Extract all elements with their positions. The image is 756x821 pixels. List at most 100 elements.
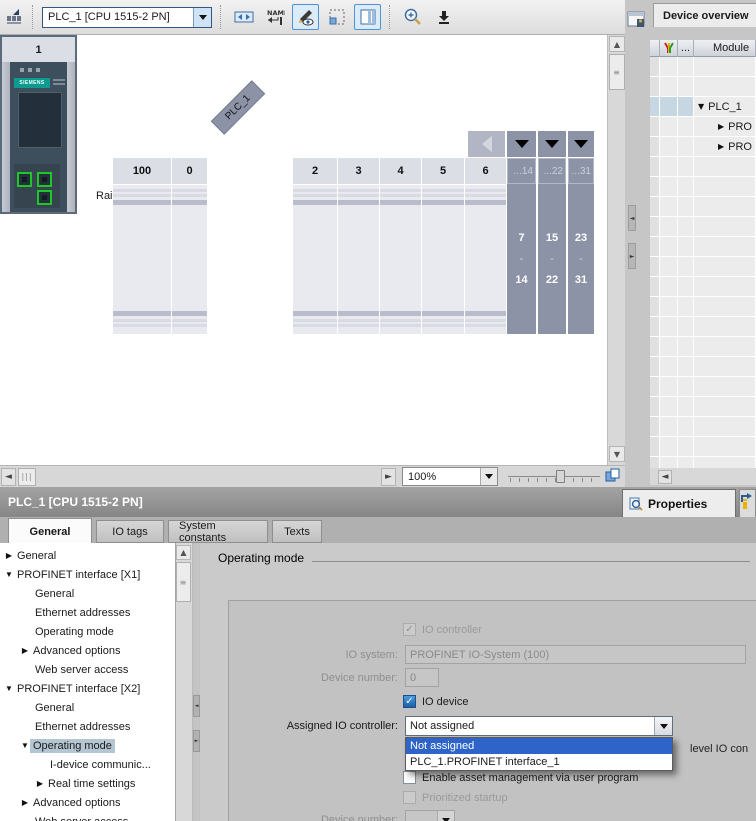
grid-snap-button[interactable] bbox=[323, 4, 350, 30]
dropdown-arrow-icon[interactable] bbox=[654, 717, 672, 735]
table-row-plc[interactable]: ▼ PLC_1 bbox=[650, 97, 756, 117]
tree-item-realtime-settings[interactable]: ▶Real time settings bbox=[0, 774, 176, 793]
prioritized-startup-checkbox[interactable] bbox=[403, 791, 416, 804]
splitter-collapse-left-handle[interactable]: ◄ bbox=[628, 205, 636, 231]
table-row[interactable] bbox=[650, 277, 756, 297]
dropdown-option[interactable]: PLC_1.PROFINET interface_1 bbox=[406, 754, 672, 770]
tree-item-opmode-x2-selected[interactable]: ▼Operating mode bbox=[0, 736, 176, 755]
h-scroll-thumb[interactable]: ||| bbox=[18, 468, 36, 486]
splitter-collapse-right-handle[interactable]: ► bbox=[193, 730, 200, 752]
device-number-field[interactable]: 0 bbox=[405, 668, 439, 687]
scroll-up-button[interactable]: ▲ bbox=[176, 545, 191, 560]
collapsed-slots-range[interactable]: 23-31 bbox=[568, 184, 594, 334]
scroll-right-button[interactable]: ► bbox=[381, 468, 396, 486]
table-row[interactable] bbox=[650, 157, 756, 177]
table-row[interactable] bbox=[650, 377, 756, 397]
dots-column-header[interactable]: ... bbox=[678, 40, 694, 57]
slot-header-selected[interactable]: 1 bbox=[2, 37, 75, 62]
fit-view-button[interactable] bbox=[604, 467, 621, 487]
tree-item-opmode-x1[interactable]: Operating mode bbox=[0, 622, 176, 641]
slot-header[interactable]: 3 bbox=[338, 158, 380, 184]
row-selector-column-header[interactable] bbox=[650, 40, 660, 57]
config-column-header[interactable] bbox=[660, 40, 678, 57]
table-row[interactable] bbox=[650, 417, 756, 437]
cpu-module-slot[interactable]: 1 SIEMENS bbox=[0, 35, 77, 214]
tree-scrollbar[interactable]: ▲ ≡ bbox=[176, 543, 193, 821]
table-row[interactable] bbox=[650, 297, 756, 317]
table-row[interactable] bbox=[650, 337, 756, 357]
zoom-level-dropdown[interactable]: 100% bbox=[402, 467, 498, 486]
io-system-field[interactable]: PROFINET IO-System (100) bbox=[405, 645, 746, 664]
tree-item-advanced-x2[interactable]: ▶Advanced options bbox=[0, 793, 176, 812]
table-row[interactable] bbox=[650, 217, 756, 237]
io-controller-checkbox[interactable]: ✓ bbox=[403, 623, 416, 636]
table-row[interactable] bbox=[650, 317, 756, 337]
device-selector-dropdown[interactable]: PLC_1 [CPU 1515-2 PN] bbox=[42, 7, 212, 28]
scroll-down-button[interactable]: ▼ bbox=[609, 446, 625, 462]
cpu-module-graphic[interactable]: SIEMENS bbox=[2, 62, 75, 212]
slot-header[interactable]: 5 bbox=[422, 158, 465, 184]
scroll-left-button[interactable]: ◄ bbox=[658, 470, 672, 484]
slot-header[interactable]: 4 bbox=[380, 158, 422, 184]
zoom-slider-thumb[interactable] bbox=[556, 470, 565, 483]
rail-slot[interactable] bbox=[465, 185, 507, 334]
device-overview-tab[interactable]: Device overview bbox=[653, 3, 756, 27]
dropdown-option-selected[interactable]: Not assigned bbox=[406, 738, 672, 754]
split-editor-button[interactable] bbox=[627, 10, 647, 33]
table-row[interactable] bbox=[650, 177, 756, 197]
zoom-slider[interactable] bbox=[508, 469, 600, 485]
dropdown-arrow-icon[interactable] bbox=[437, 811, 454, 821]
device-overview-h-scrollbar[interactable]: ◄ bbox=[650, 468, 756, 485]
rail-slot[interactable] bbox=[422, 185, 465, 334]
tree-item-profinet-x2[interactable]: ▼PROFINET interface [X2] bbox=[0, 679, 176, 698]
tree-item-general-x1[interactable]: General bbox=[0, 584, 176, 603]
tab-io-tags[interactable]: IO tags bbox=[96, 520, 164, 543]
table-row[interactable] bbox=[650, 257, 756, 277]
tree-item-ethernet-x1[interactable]: Ethernet addresses bbox=[0, 603, 176, 622]
slot-header[interactable]: 6 bbox=[465, 158, 507, 184]
collapsed-slots-range[interactable]: 15-22 bbox=[538, 184, 566, 334]
rail-slot[interactable] bbox=[293, 185, 338, 334]
tree-item-general-x2[interactable]: General bbox=[0, 698, 176, 717]
collapse-left-button[interactable] bbox=[468, 131, 505, 157]
tab-system-constants[interactable]: System constants bbox=[168, 520, 268, 543]
slot-header[interactable]: 0 bbox=[172, 158, 208, 184]
table-row[interactable] bbox=[650, 237, 756, 257]
expand-group-button[interactable] bbox=[507, 131, 536, 157]
splitter-collapse-right-handle[interactable]: ► bbox=[628, 243, 636, 269]
table-row-interface[interactable]: ▶ PRO bbox=[650, 117, 756, 137]
device-view-canvas[interactable]: PLC_1 Rail_0 100 0 2 3 4 5 6 ...14 ...22… bbox=[0, 35, 607, 465]
table-row[interactable] bbox=[650, 197, 756, 217]
tree-splitter[interactable]: ◄ ► bbox=[193, 543, 200, 821]
expand-group-button[interactable] bbox=[568, 131, 594, 157]
expand-group-button[interactable] bbox=[538, 131, 566, 157]
io-device-checkbox[interactable]: ✓ bbox=[403, 695, 416, 708]
scroll-up-button[interactable]: ▲ bbox=[609, 36, 625, 52]
name-label-button[interactable]: NAME bbox=[261, 4, 288, 30]
rail-slot[interactable] bbox=[380, 185, 422, 334]
scroll-left-button[interactable]: ◄ bbox=[1, 468, 16, 486]
table-row[interactable] bbox=[650, 57, 756, 77]
rail-slot[interactable] bbox=[338, 185, 380, 334]
station-config-icon[interactable] bbox=[4, 6, 24, 29]
tree-item-webserver-x1[interactable]: Web server access bbox=[0, 660, 176, 679]
save-layout-button[interactable] bbox=[430, 4, 457, 30]
tree-item-idevice-communication[interactable]: I-device communic... bbox=[0, 755, 176, 774]
tree-item-profinet-x1[interactable]: ▼PROFINET interface [X1] bbox=[0, 565, 176, 584]
properties-tab[interactable]: Properties bbox=[622, 489, 736, 517]
expand-arrow-icon[interactable]: ▶ bbox=[718, 122, 724, 131]
canvas-vertical-scrollbar[interactable]: ▲ ≡ ▼ bbox=[607, 35, 625, 465]
collapsed-slots-header[interactable]: ...22 bbox=[538, 158, 566, 184]
tree-item-general[interactable]: ▶General bbox=[0, 546, 176, 565]
measure-width-button[interactable] bbox=[230, 4, 257, 30]
slot-header[interactable]: 2 bbox=[293, 158, 338, 184]
collapse-arrow-icon[interactable]: ▼ bbox=[698, 102, 704, 111]
show-overview-columns-button[interactable] bbox=[354, 4, 381, 30]
rail-slot[interactable] bbox=[113, 185, 172, 334]
tree-item-ethernet-x2[interactable]: Ethernet addresses bbox=[0, 717, 176, 736]
collapsed-slots-header[interactable]: ...31 bbox=[568, 158, 594, 184]
tab-texts[interactable]: Texts bbox=[272, 520, 322, 543]
tab-general[interactable]: General bbox=[8, 518, 92, 544]
bottom-device-number-dropdown[interactable] bbox=[405, 810, 455, 821]
dropdown-arrow-icon[interactable] bbox=[480, 468, 497, 485]
